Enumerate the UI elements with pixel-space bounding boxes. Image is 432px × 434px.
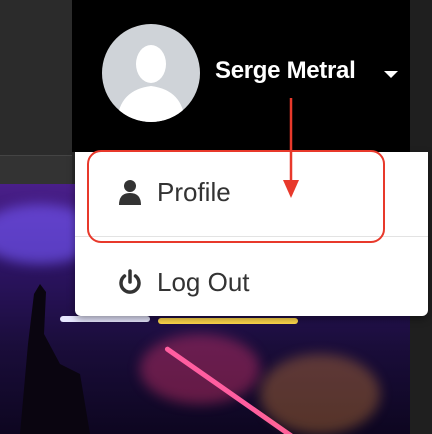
avatar-silhouette-icon [117, 45, 185, 122]
power-icon [119, 269, 141, 294]
user-name[interactable]: Serge Metral [215, 57, 356, 85]
chevron-down-icon[interactable] [384, 71, 398, 78]
page-background-left [0, 0, 72, 155]
user-header: Serge Metral [72, 0, 410, 152]
annotation-highlight-box [87, 150, 385, 243]
annotation-arrow-icon [283, 98, 299, 198]
menu-item-logout[interactable]: Log Out [75, 252, 428, 312]
menu-item-label: Log Out [157, 266, 250, 297]
avatar[interactable] [102, 24, 200, 122]
page-background-gap [0, 156, 72, 184]
